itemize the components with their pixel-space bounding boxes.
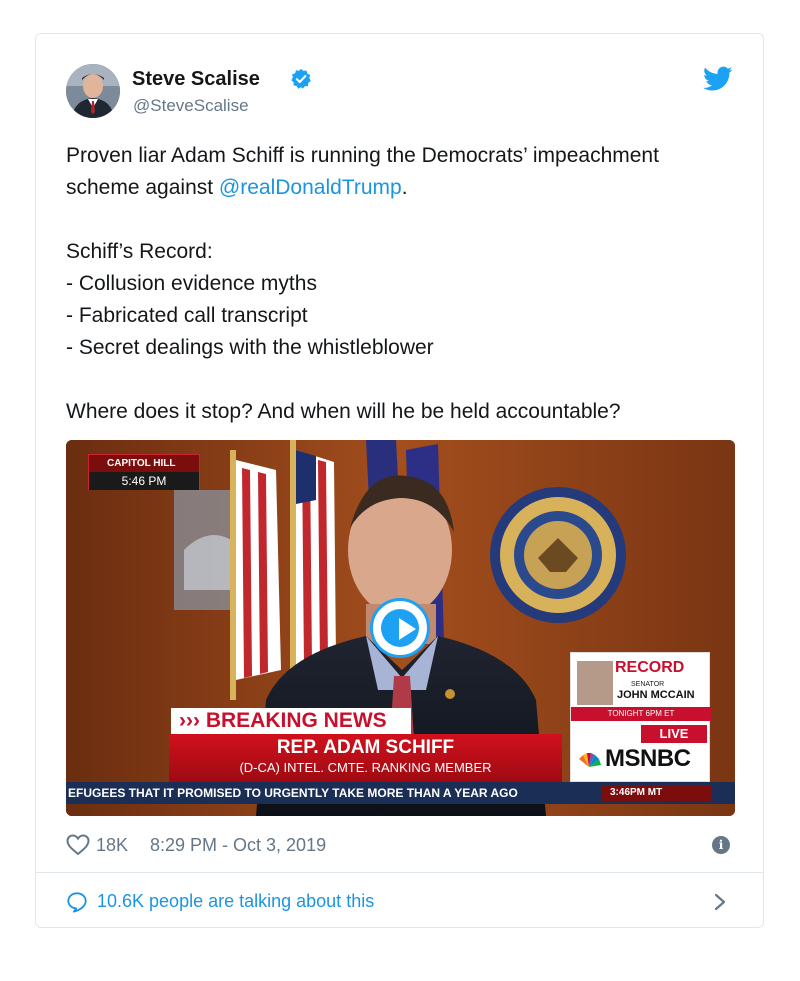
network-promo: RECORD SENATOR JOHN MCCAIN TONIGHT 6PM E…: [570, 652, 711, 782]
live-badge: LIVE: [641, 725, 707, 743]
chevron-right-icon[interactable]: [712, 892, 728, 912]
guest-thumbnail: [577, 661, 613, 705]
comment-icon: [67, 892, 87, 913]
lower-third: REP. ADAM SCHIFF (D-CA) INTEL. CMTE. RAN…: [169, 734, 562, 782]
info-icon[interactable]: i: [712, 836, 730, 854]
avatar[interactable]: [66, 64, 120, 118]
author-name[interactable]: Steve Scalise: [132, 68, 260, 91]
location-text: CAPITOL HILL: [107, 458, 176, 469]
promo-brand: RECORD: [615, 659, 685, 676]
promo-tonight: TONIGHT 6PM ET: [571, 707, 711, 721]
tweet-timestamp[interactable]: 8:29 PM - Oct 3, 2019: [150, 835, 326, 856]
news-ticker: EFUGEES THAT IT PROMISED TO URGENTLY TAK…: [66, 782, 735, 804]
promo-senator-label: SENATOR: [631, 681, 665, 688]
tweet-text-segment: .: [401, 176, 408, 199]
tweet-text-segment: scheme against: [66, 176, 219, 199]
play-button[interactable]: [370, 598, 430, 658]
tweet-line: scheme against @realDonaldTrump.: [66, 172, 746, 204]
conversation-link[interactable]: 10.6K people are talking about this: [66, 888, 735, 916]
tweet-card: Steve Scalise @SteveScalise Proven liar …: [35, 33, 764, 928]
record-heading: Schiff’s Record:: [66, 240, 213, 263]
breaking-news-label: ››› BREAKING NEWS: [171, 708, 411, 734]
location-label: CAPITOL HILL 5:46 PM: [88, 454, 200, 490]
location-time: 5:46 PM: [89, 472, 199, 490]
network-logo: MSNBC: [605, 745, 691, 772]
record-bullet: - Secret dealings with the whistleblower: [66, 336, 434, 359]
like-count[interactable]: 18K: [96, 835, 128, 856]
record-bullet: - Collusion evidence myths: [66, 272, 317, 295]
divider: [36, 872, 763, 873]
closing-question: Where does it stop? And when will he be …: [66, 400, 621, 423]
play-icon: [399, 618, 416, 640]
record-bullet: - Fabricated call transcript: [66, 304, 308, 327]
tweet-text: Proven liar Adam Schiff is running the D…: [66, 140, 746, 428]
video-player[interactable]: CAPITOL HILL 5:46 PM ››› BREAKING NEWS R…: [66, 440, 735, 816]
lower-third-title: (D-CA) INTEL. CMTE. RANKING MEMBER: [239, 760, 492, 775]
peacock-logo-icon: [579, 753, 601, 767]
heart-icon[interactable]: [66, 834, 90, 856]
ticker-time: 3:46PM MT: [602, 785, 712, 801]
tweet-line: Proven liar Adam Schiff is running the D…: [66, 144, 659, 167]
verified-badge-icon: [291, 68, 311, 89]
author-handle[interactable]: @SteveScalise: [133, 96, 249, 116]
mention-link[interactable]: @realDonaldTrump: [219, 176, 402, 199]
ticker-text: EFUGEES THAT IT PROMISED TO URGENTLY TAK…: [68, 786, 518, 800]
talking-count[interactable]: 10.6K people are talking about this: [97, 891, 374, 912]
promo-guest: JOHN MCCAIN: [617, 689, 695, 701]
lower-third-name: REP. ADAM SCHIFF: [276, 737, 455, 758]
tweet-meta: 18K 8:29 PM - Oct 3, 2019 i: [66, 834, 735, 858]
twitter-bird-icon[interactable]: [703, 66, 733, 92]
